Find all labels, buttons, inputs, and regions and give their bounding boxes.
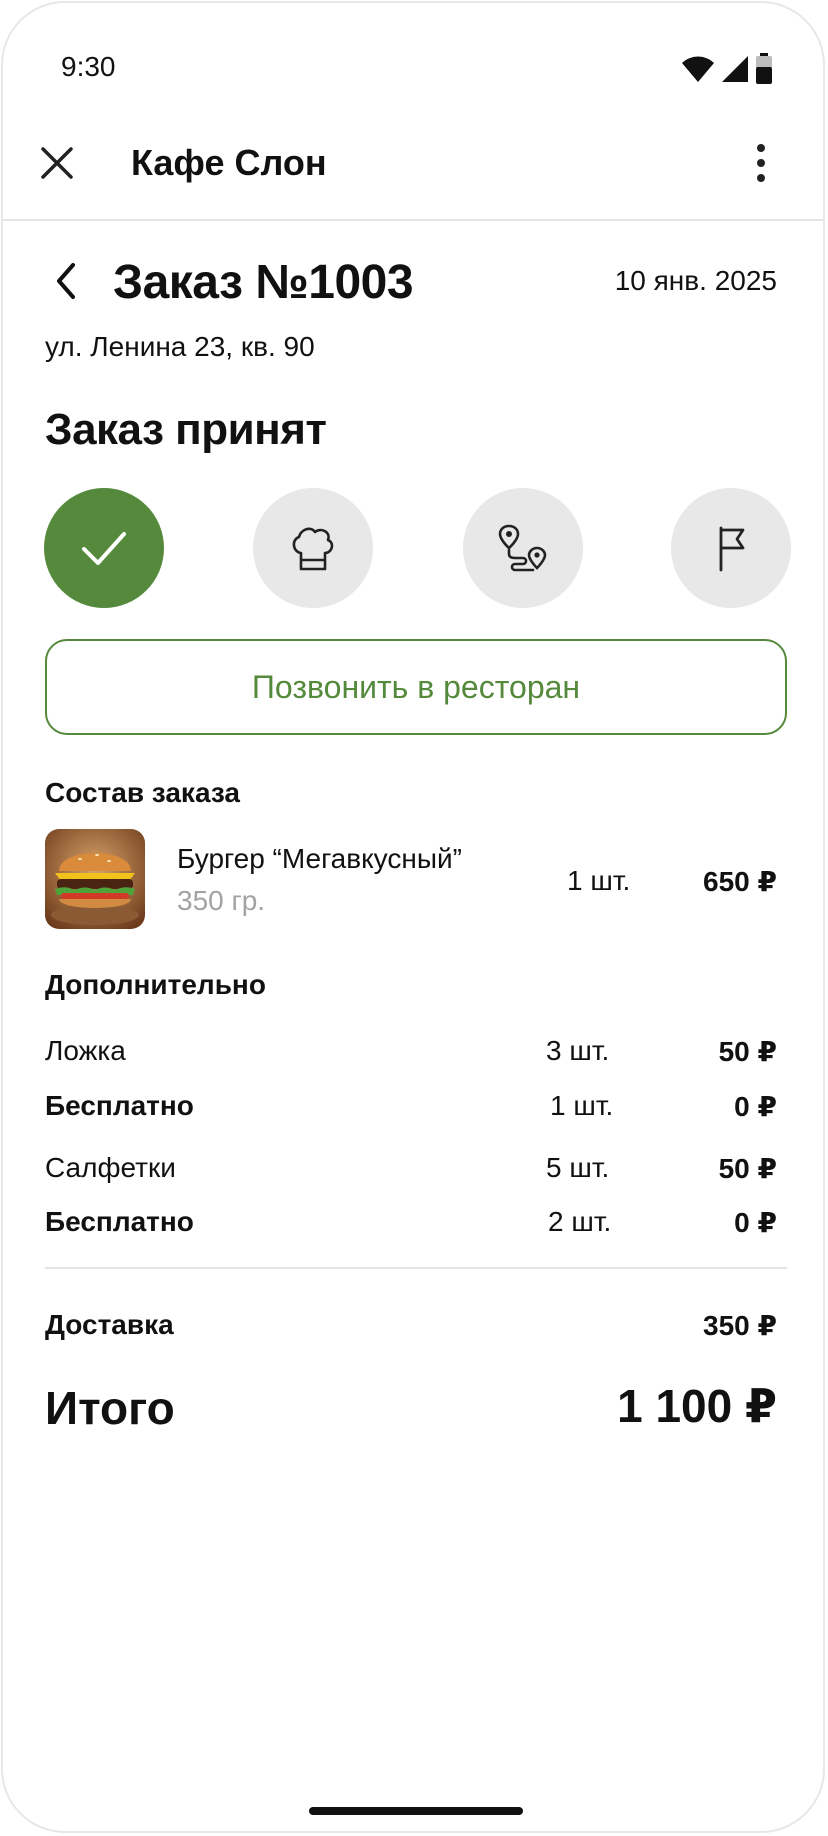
item-name: Бургер “Мегавкусный” (177, 843, 462, 874)
extra-row-qty: 2 шт. (548, 1206, 612, 1237)
item-qty: 1 шт. (567, 865, 631, 896)
step-delivery (463, 488, 583, 608)
step-arrived (671, 488, 791, 608)
order-status: Заказ принят (45, 405, 327, 454)
extra-row-price: 50 ₽ (718, 1036, 777, 1067)
extra-row-qty: 3 шт. (546, 1035, 610, 1066)
delivery-label: Доставка (45, 1309, 174, 1340)
extras-title: Дополнительно (45, 969, 266, 1000)
step-cooking (253, 488, 373, 608)
extra-row-label: Салфетки (45, 1152, 176, 1183)
total-label: Итого (45, 1382, 175, 1434)
route-icon (498, 524, 547, 572)
order-title: Заказ №1003 (113, 256, 414, 309)
extra-row-price: 0 ₽ (734, 1091, 777, 1122)
chef-hat-icon (292, 527, 334, 571)
check-icon (82, 532, 126, 565)
call-restaurant-button[interactable]: Позвонить в ресторан (45, 639, 787, 735)
battery-icon (756, 53, 772, 84)
more-vertical-icon[interactable] (751, 143, 771, 183)
totals-divider (45, 1267, 787, 1269)
home-indicator[interactable] (309, 1807, 523, 1815)
extra-row-price: 50 ₽ (718, 1153, 777, 1184)
status-time: 9:30 (61, 51, 116, 82)
item-price: 650 ₽ (703, 866, 777, 897)
phone-frame: 9:30 Кафе Слон Заказ №1003 10 янв. 2025 … (1, 1, 825, 1833)
app-bar-divider (3, 219, 823, 221)
step-accepted (44, 488, 164, 608)
order-address: ул. Ленина 23, кв. 90 (45, 331, 315, 362)
extra-row-label: Ложка (45, 1035, 126, 1066)
delivery-price: 350 ₽ (703, 1310, 777, 1341)
wifi-icon (682, 56, 714, 82)
extra-row-label: Бесплатно (45, 1090, 194, 1121)
flag-icon (719, 526, 745, 572)
burger-image (45, 829, 145, 929)
extra-row-qty: 1 шт. (550, 1090, 614, 1121)
extra-row-price: 0 ₽ (734, 1207, 777, 1238)
order-contents-title: Состав заказа (45, 777, 240, 808)
total-price: 1 100 ₽ (617, 1380, 777, 1432)
order-date: 10 янв. 2025 (614, 265, 777, 296)
app-title: Кафе Слон (131, 142, 327, 183)
item-weight: 350 гр. (177, 885, 266, 916)
close-icon[interactable] (37, 143, 77, 183)
cellular-signal-icon (722, 56, 748, 82)
extra-row-qty: 5 шт. (546, 1152, 610, 1183)
status-icons (681, 51, 773, 87)
extra-row-label: Бесплатно (45, 1206, 194, 1237)
back-arrow-icon[interactable] (51, 261, 83, 301)
